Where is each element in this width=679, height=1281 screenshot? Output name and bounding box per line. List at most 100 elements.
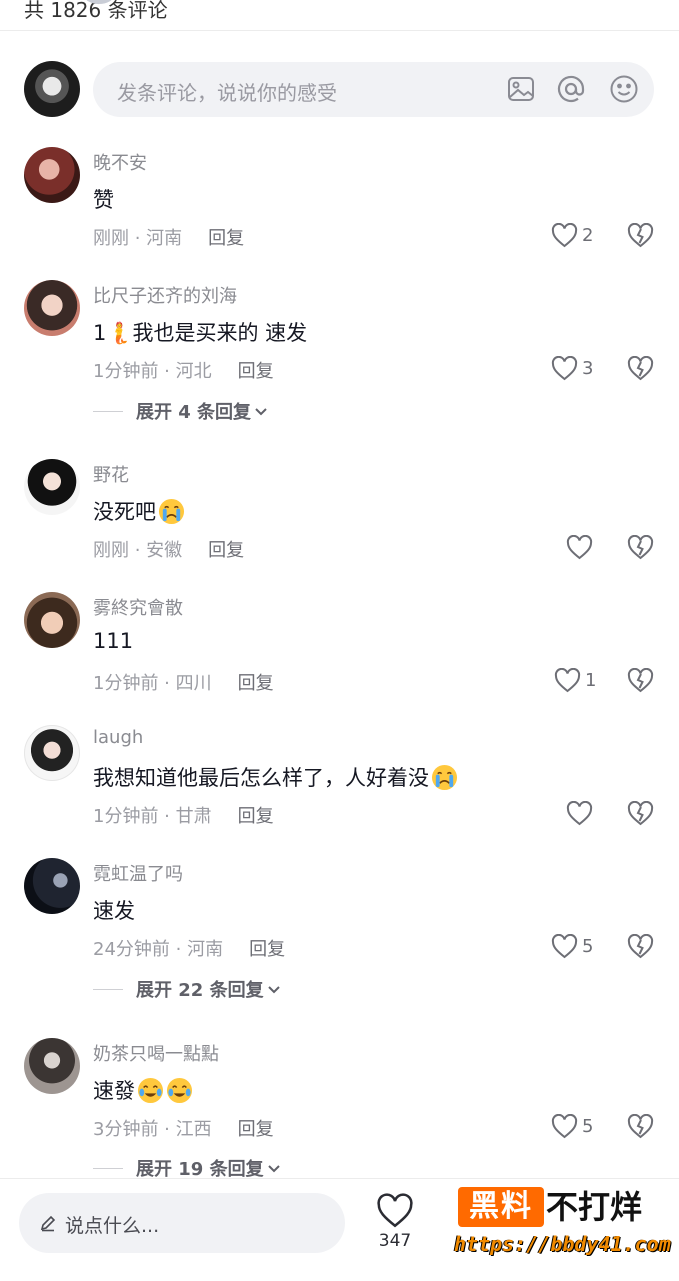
- dislike-button[interactable]: [627, 1114, 654, 1139]
- expand-replies-label: 展开 22 条回复: [136, 980, 264, 1001]
- broken-heart-icon: [627, 934, 654, 959]
- comment-text: 111: [93, 629, 134, 653]
- heart-icon: [554, 668, 581, 693]
- comment-text: 速發: [93, 1075, 193, 1105]
- like-button[interactable]: [566, 801, 593, 826]
- watermark-url: https://bbdy41.com: [454, 1232, 671, 1256]
- comments-header: 共 1826 条评论: [0, 0, 679, 31]
- bottom-bar: 说点什么... 347 黑料 不打烊 https://bbdy41.com: [0, 1178, 679, 1281]
- avatar[interactable]: [24, 725, 80, 781]
- comment-text: 1🧜我也是买来的 速发: [93, 321, 308, 345]
- video-like-button[interactable]: 347: [372, 1193, 418, 1251]
- like-count: 5: [582, 1116, 594, 1137]
- image-icon[interactable]: [506, 74, 536, 104]
- comment-meta: 3分钟前 · 江西 回复: [93, 1115, 274, 1141]
- reply-button[interactable]: 回复: [238, 802, 274, 828]
- heart-icon: [551, 934, 578, 959]
- like-count: 2: [582, 225, 594, 246]
- comment-username[interactable]: 晚不安: [93, 149, 147, 175]
- divider: [93, 988, 123, 990]
- bottom-comment-input[interactable]: 说点什么...: [19, 1193, 345, 1253]
- tearful-smile-emoji-icon: [166, 1077, 193, 1103]
- compose-row: 发条评论，说说你的感受: [0, 58, 679, 122]
- comment-time-location: 1分钟前 · 河北: [93, 361, 212, 382]
- crying-emoji-icon: [158, 498, 185, 524]
- chevron-down-icon: [255, 408, 267, 416]
- crying-emoji-icon: [431, 764, 458, 790]
- avatar[interactable]: [24, 1038, 80, 1094]
- reply-button[interactable]: 回复: [238, 669, 274, 695]
- broken-heart-icon: [627, 223, 654, 248]
- broken-heart-icon: [627, 1114, 654, 1139]
- comment-meta: 刚刚 · 安徽 回复: [93, 536, 244, 562]
- comment-text: 我想知道他最后怎么样了，人好着没: [93, 762, 458, 792]
- comment-username[interactable]: 奶茶只喝一點點: [93, 1040, 219, 1066]
- heart-icon: [551, 223, 578, 248]
- comment-time-location: 1分钟前 · 甘肃: [93, 806, 212, 827]
- emoji-icon[interactable]: [609, 74, 639, 104]
- like-button[interactable]: 1: [554, 668, 596, 693]
- chevron-down-icon: [267, 986, 280, 994]
- dislike-button[interactable]: [627, 223, 654, 248]
- dislike-button[interactable]: [627, 801, 654, 826]
- mention-icon[interactable]: [556, 74, 586, 104]
- my-avatar[interactable]: [24, 61, 80, 117]
- comment-time-location: 刚刚 · 河南: [93, 228, 183, 249]
- like-button[interactable]: [566, 535, 593, 560]
- heart-icon: [551, 356, 578, 381]
- comment-username[interactable]: 雾終究會散: [93, 594, 183, 620]
- comment-username[interactable]: 比尺子还齐的刘海: [93, 282, 237, 308]
- like-count: 3: [582, 358, 594, 379]
- heart-icon: [566, 535, 593, 560]
- divider: [93, 410, 123, 412]
- like-button[interactable]: 5: [551, 934, 593, 959]
- reply-button[interactable]: 回复: [208, 224, 244, 250]
- like-button[interactable]: 3: [551, 356, 593, 381]
- comment-time-location: 刚刚 · 安徽: [93, 540, 183, 561]
- reply-button[interactable]: 回复: [249, 935, 285, 961]
- watermark: 黑料 不打烊 https://bbdy41.com: [454, 1187, 671, 1267]
- tearful-smile-emoji-icon: [137, 1077, 164, 1103]
- avatar[interactable]: [24, 858, 80, 914]
- video-like-count: 347: [378, 1231, 412, 1251]
- comment-input-placeholder: 发条评论，说说你的感受: [117, 81, 337, 105]
- broken-heart-icon: [627, 356, 654, 381]
- expand-replies-label: 展开 4 条回复: [136, 402, 252, 423]
- comment-input[interactable]: 发条评论，说说你的感受: [93, 62, 654, 117]
- comment-meta: 1分钟前 · 四川 回复: [93, 669, 274, 695]
- reply-button[interactable]: 回复: [208, 536, 244, 562]
- chevron-down-icon: [267, 1165, 280, 1173]
- comment-text: 没死吧: [93, 496, 185, 526]
- dislike-button[interactable]: [627, 535, 654, 560]
- comment-meta: 24分钟前 · 河南 回复: [93, 935, 285, 961]
- like-button[interactable]: 2: [551, 223, 593, 248]
- dislike-button[interactable]: [627, 668, 654, 693]
- comment-username[interactable]: 霓虹温了吗: [93, 860, 183, 886]
- avatar[interactable]: [24, 592, 80, 648]
- comment-meta: 1分钟前 · 甘肃 回复: [93, 802, 274, 828]
- broken-heart-icon: [627, 801, 654, 826]
- comment-meta: 1分钟前 · 河北 回复: [93, 357, 274, 383]
- heart-icon: [566, 801, 593, 826]
- dislike-button[interactable]: [627, 934, 654, 959]
- broken-heart-icon: [627, 668, 654, 693]
- comment-username[interactable]: 野花: [93, 461, 129, 487]
- avatar[interactable]: [24, 147, 80, 203]
- like-count: 5: [582, 936, 594, 957]
- dislike-button[interactable]: [627, 356, 654, 381]
- reply-button[interactable]: 回复: [238, 357, 274, 383]
- pencil-icon: [40, 1215, 56, 1232]
- expand-replies-button[interactable]: 展开 4 条回复: [93, 398, 268, 424]
- avatar[interactable]: [24, 459, 80, 515]
- like-button[interactable]: 5: [551, 1114, 593, 1139]
- comment-text: 赞: [93, 188, 114, 212]
- comment-username[interactable]: laugh: [93, 727, 143, 748]
- bottom-input-placeholder: 说点什么...: [65, 1215, 160, 1237]
- heart-icon: [377, 1193, 413, 1228]
- comment-time-location: 24分钟前 · 河南: [93, 939, 224, 960]
- divider: [93, 1167, 123, 1169]
- expand-replies-button[interactable]: 展开 22 条回复: [93, 976, 281, 1002]
- reply-button[interactable]: 回复: [238, 1115, 274, 1141]
- broken-heart-icon: [627, 535, 654, 560]
- avatar[interactable]: [24, 280, 80, 336]
